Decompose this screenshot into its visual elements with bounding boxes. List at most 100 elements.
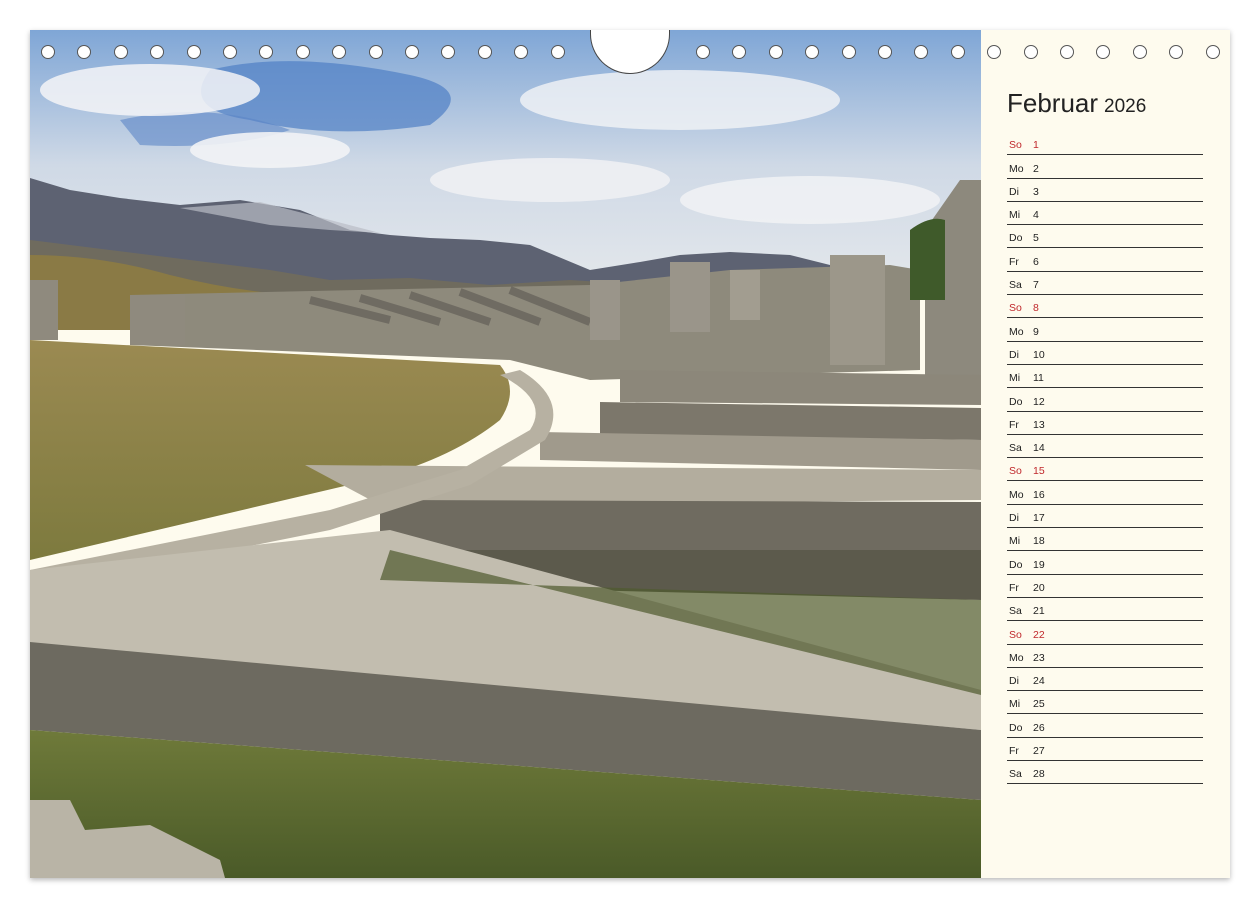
day-number: 26 (1033, 721, 1045, 734)
weekday-label: Mi (1009, 698, 1021, 711)
day-number: 1 (1033, 139, 1039, 152)
day-number: 27 (1033, 745, 1045, 758)
weekday-label: Fr (1009, 745, 1019, 758)
day-number: 7 (1033, 279, 1039, 292)
weekday-label: Di (1009, 512, 1019, 525)
year: 2026 (1104, 96, 1147, 117)
day-row: Mi 18 (1007, 528, 1203, 552)
weekday-label: Sa (1009, 768, 1022, 781)
day-number: 3 (1033, 185, 1039, 198)
day-row: Do 19 (1007, 551, 1203, 575)
binding-ring (950, 45, 965, 59)
weekday-label: Fr (1009, 255, 1019, 268)
binding-ring (514, 45, 529, 59)
day-list: So 1 Mo 2 Di 3 Mi 4 Do 5 Fr 6 Sa 7 So 8 Mo 9 Di 10 Mi 11 Do 12 F… (1007, 132, 1203, 785)
weekday-label: Mi (1009, 209, 1021, 222)
day-number: 24 (1033, 675, 1045, 688)
day-row: Mo 2 (1007, 155, 1203, 179)
day-row: Di 17 (1007, 505, 1203, 529)
binding-ring (405, 45, 419, 59)
day-row: Mo 23 (1007, 645, 1203, 668)
binding-ring (223, 45, 237, 59)
weekday-label: Mo (1009, 162, 1024, 175)
weekday-label: Sa (1009, 605, 1022, 618)
weekday-label: Fr (1009, 418, 1019, 431)
binding-ring (295, 45, 310, 59)
day-number: 14 (1033, 442, 1045, 455)
day-number: 20 (1033, 581, 1045, 594)
binding-ring (1205, 45, 1220, 59)
day-number: 28 (1033, 768, 1045, 781)
calendar-panel: Februar 2026 So 1 Mo 2 Di 3 Mi 4 Do 5 Fr 6 Sa 7 So 8 Mo 9 D… (981, 30, 1230, 878)
landscape-photo (30, 30, 981, 878)
binding-ring (805, 45, 820, 59)
month-name: Februar (1007, 88, 1099, 118)
day-number: 25 (1033, 698, 1045, 711)
weekday-label: Fr (1009, 581, 1019, 594)
day-number: 18 (1033, 535, 1045, 548)
weekday-label: Sa (1009, 442, 1022, 455)
binding-ring (987, 45, 1002, 59)
month-title: Februar 2026 (1007, 88, 1146, 119)
day-row: Sa 21 (1007, 598, 1203, 622)
hanger-cutout (590, 30, 670, 74)
binding-ring (186, 45, 201, 59)
binding-ring (441, 45, 456, 59)
day-row: Mo 16 (1007, 481, 1203, 505)
weekday-label: So (1009, 139, 1022, 152)
day-row: Mi 11 (1007, 365, 1203, 389)
day-number: 23 (1033, 651, 1045, 664)
binding-ring (41, 45, 55, 59)
weekday-label: Sa (1009, 279, 1022, 292)
day-number: 9 (1033, 325, 1039, 338)
binding-ring (150, 45, 165, 59)
day-row: Fr 20 (1007, 575, 1203, 598)
weekday-label: Do (1009, 721, 1023, 734)
day-number: 8 (1033, 302, 1039, 315)
binding-ring (1096, 45, 1111, 59)
spiral-binding (30, 30, 1230, 76)
day-row: Sa 28 (1007, 761, 1203, 785)
weekday-label: Mi (1009, 372, 1021, 385)
day-number: 16 (1033, 488, 1045, 501)
day-row: Di 10 (1007, 342, 1203, 365)
weekday-label: Mi (1009, 535, 1021, 548)
weekday-label: Di (1009, 675, 1019, 688)
day-number: 22 (1033, 628, 1045, 641)
weekday-label: Mo (1009, 325, 1024, 338)
day-row: Fr 27 (1007, 738, 1203, 762)
day-row: Mi 4 (1007, 202, 1203, 226)
weekday-label: Do (1009, 232, 1023, 245)
weekday-label: Do (1009, 558, 1023, 571)
day-row: Mi 25 (1007, 691, 1203, 715)
day-row: So 1 (1007, 132, 1203, 156)
day-number: 4 (1033, 209, 1039, 222)
binding-ring (878, 45, 892, 59)
weekday-label: Di (1009, 348, 1019, 361)
day-row: Mo 9 (1007, 318, 1203, 342)
day-row: Fr 6 (1007, 248, 1203, 272)
day-row: So 15 (1007, 458, 1203, 482)
calendar-page: Februar 2026 So 1 Mo 2 Di 3 Mi 4 Do 5 Fr 6 Sa 7 So 8 Mo 9 D… (30, 30, 1230, 878)
binding-ring (332, 45, 347, 59)
day-number: 12 (1033, 395, 1045, 408)
binding-ring (1023, 45, 1038, 59)
binding-ring (841, 45, 856, 59)
binding-ring (259, 45, 274, 59)
binding-ring (1060, 45, 1074, 59)
day-row: Sa 14 (1007, 435, 1203, 459)
binding-ring (696, 45, 710, 59)
weekday-label: Do (1009, 395, 1023, 408)
day-row: Do 12 (1007, 388, 1203, 412)
day-row: So 8 (1007, 295, 1203, 319)
day-number: 10 (1033, 348, 1045, 361)
weekday-label: Mo (1009, 651, 1024, 664)
weekday-label: So (1009, 302, 1022, 315)
day-row: Do 26 (1007, 714, 1203, 738)
day-number: 11 (1033, 372, 1044, 385)
day-row: Di 3 (1007, 179, 1203, 202)
day-row: Fr 13 (1007, 412, 1203, 435)
binding-ring (550, 45, 565, 59)
binding-ring (477, 45, 492, 59)
day-number: 17 (1033, 512, 1045, 525)
